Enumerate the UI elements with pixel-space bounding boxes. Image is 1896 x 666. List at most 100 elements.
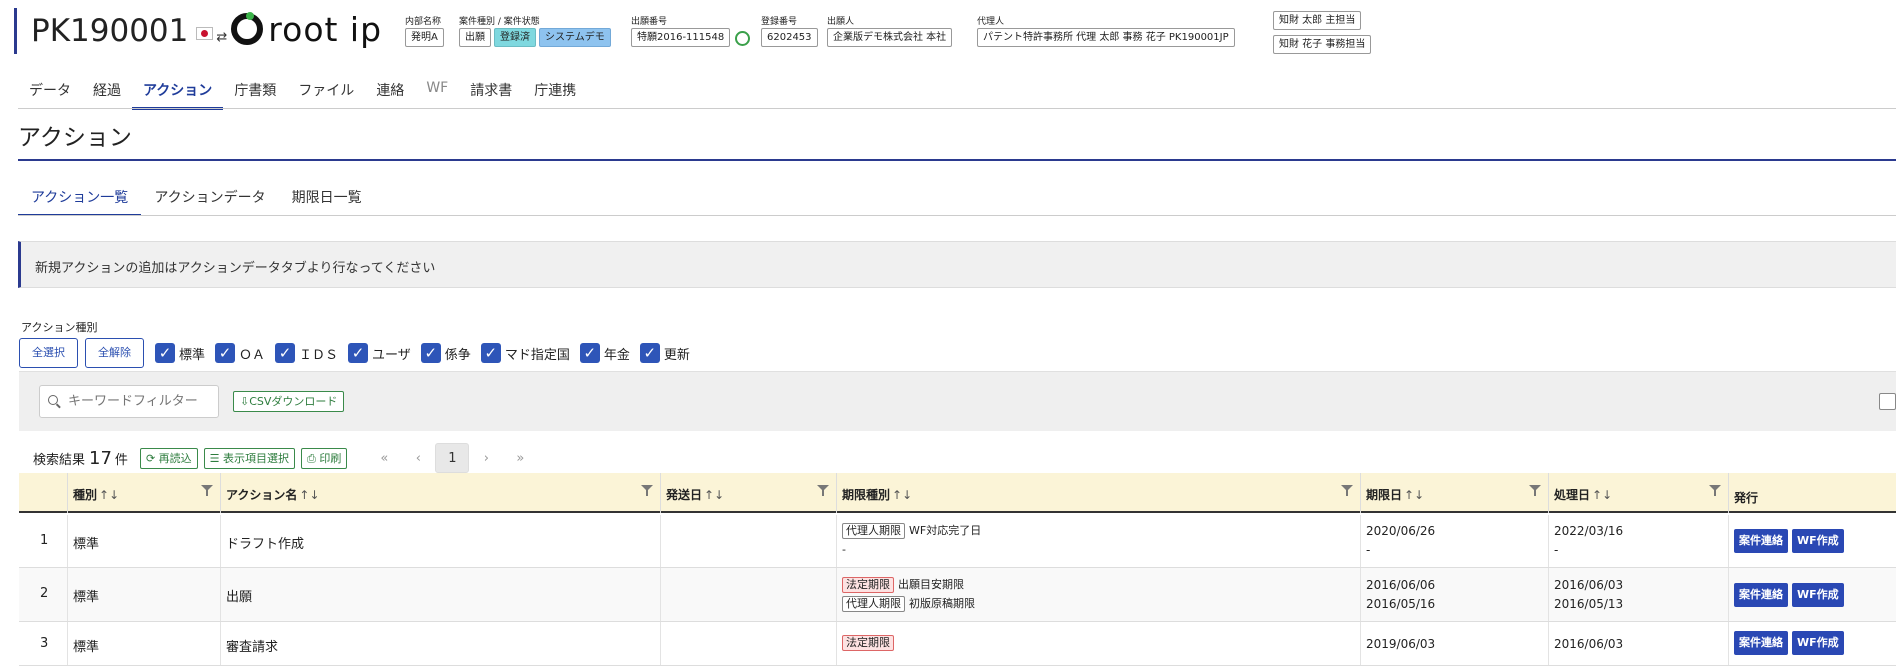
checkbox-renewal[interactable]: ✓ 更新 <box>639 343 690 363</box>
reload-icon: ⟳ <box>145 451 156 465</box>
sort-icon[interactable]: ↑↓ <box>1404 488 1424 502</box>
check-icon: ✓ <box>155 343 175 363</box>
checkbox-user[interactable]: ✓ ユーザ <box>348 343 411 363</box>
col-issue: 発行 <box>1734 491 1759 505</box>
check-icon: ✓ <box>639 343 660 363</box>
field-internal-name: 内部名称 発明A <box>405 14 444 47</box>
deadline-type-tag: 代理人期限 <box>842 523 905 539</box>
first-page-button[interactable]: « <box>367 451 401 466</box>
japan-flag-icon <box>196 27 214 40</box>
tab-files[interactable]: ファイル <box>287 74 365 110</box>
col-deadline-type[interactable]: 期限種別 ↑↓ <box>837 473 1361 513</box>
check-icon: ✓ <box>420 343 441 363</box>
tab-action[interactable]: アクション <box>132 74 224 110</box>
logo-mark-icon <box>231 12 264 45</box>
page-1-button[interactable]: 1 <box>435 443 470 473</box>
sub-tabs-divider <box>18 215 1896 216</box>
sort-icon[interactable]: ↑↓ <box>99 488 119 502</box>
case-contact-button[interactable]: 案件連絡 <box>1734 529 1788 553</box>
status-leaf-icon[interactable] <box>735 31 751 46</box>
filter-icon[interactable] <box>1709 485 1721 498</box>
filter-icon[interactable] <box>1529 485 1541 498</box>
col-action-name[interactable]: アクション名 ↑↓ <box>221 473 661 513</box>
tab-office-link[interactable]: 庁連携 <box>523 74 587 110</box>
main-tabs: データ 経過 アクション 庁書類 ファイル 連絡 WF 請求書 庁連携 <box>18 74 587 110</box>
check-icon: ✓ <box>348 343 369 363</box>
deadline-type-tag: 法定期限 <box>842 635 894 651</box>
prev-page-button[interactable]: ‹ <box>401 451 435 466</box>
col-type[interactable]: 種別 ↑↓ <box>68 473 221 513</box>
check-icon: ✓ <box>579 343 600 363</box>
case-contact-button[interactable]: 案件連絡 <box>1734 583 1788 607</box>
tab-office-docs[interactable]: 庁書類 <box>223 74 287 110</box>
filter-toolbar: ⇩CSVダウンロード <box>19 371 1896 431</box>
filter-icon[interactable] <box>641 485 653 498</box>
check-icon: ✓ <box>215 343 236 363</box>
field-registration-no: 登録番号 6202453 <box>761 14 818 47</box>
field-agent: 代理人 パテント特許事務所 代理 太郎 事務 花子 PK190001JP <box>977 14 1235 47</box>
next-page-button[interactable]: › <box>469 451 503 466</box>
sort-icon[interactable]: ↑↓ <box>1592 488 1612 502</box>
case-type-value: 出願 <box>459 28 491 47</box>
field-case-type: 案件種別 / 案件状態 出願 登録済 システムデモ <box>459 14 611 47</box>
staff-clerk: 知財 花子 事務担当 <box>1273 35 1372 54</box>
filter-icon[interactable] <box>201 485 213 498</box>
checkbox-ids[interactable]: ✓ ＩＤＳ <box>275 343 338 363</box>
checkbox-dispute[interactable]: ✓ 係争 <box>420 343 471 363</box>
table-row[interactable]: 2 標準 出願 法定期限 出願目安期限 代理人期限 初版原稿期限 2016/06/0… <box>19 568 1896 622</box>
last-page-button[interactable]: » <box>503 451 537 466</box>
table-row[interactable]: 1 標準 ドラフト作成 代理人期限 WF対応完了日 - 2020/06/26- 2… <box>19 515 1896 568</box>
wf-create-button[interactable]: WF作成 <box>1792 583 1844 607</box>
filter-icon[interactable] <box>817 485 829 498</box>
list-icon: ☰ <box>209 451 220 465</box>
table-row[interactable]: 3 標準 審査請求 法定期限 2019/06/03 2016/06/03 案件連… <box>19 622 1896 666</box>
title-divider <box>18 159 1896 161</box>
switch-icon[interactable]: ⇄ <box>216 30 227 45</box>
checkbox-annuity[interactable]: ✓ 年金 <box>579 343 630 363</box>
results-unit: 件 <box>114 452 128 468</box>
print-button[interactable]: ⎙ 印刷 <box>301 447 348 469</box>
pagination: « ‹ 1 › » <box>367 443 537 473</box>
tab-action-data[interactable]: アクションデータ <box>141 183 278 216</box>
sort-icon[interactable]: ↑↓ <box>704 488 724 502</box>
wf-create-button[interactable]: WF作成 <box>1792 529 1844 553</box>
tabs-divider <box>18 108 1896 109</box>
results-count: 17 <box>89 447 112 469</box>
tab-deadline-list[interactable]: 期限日一覧 <box>279 183 375 216</box>
sort-icon[interactable]: ↑↓ <box>299 488 319 502</box>
col-no <box>19 473 68 513</box>
case-contact-button[interactable]: 案件連絡 <box>1734 631 1788 655</box>
action-type-label: アクション種別 <box>21 321 98 334</box>
keyword-filter-input[interactable] <box>39 385 219 418</box>
csv-download-button[interactable]: ⇩CSVダウンロード <box>233 391 345 412</box>
results-label: 検索結果 <box>33 452 86 468</box>
tab-contact[interactable]: 連絡 <box>365 74 415 110</box>
deselect-all-button[interactable]: 全解除 <box>85 338 144 368</box>
case-number: PK190001 <box>31 13 189 49</box>
wf-create-button[interactable]: WF作成 <box>1792 631 1844 655</box>
case-status-badge: 登録済 <box>494 28 536 47</box>
agent-value: パテント特許事務所 代理 太郎 事務 花子 PK190001JP <box>977 28 1235 47</box>
col-deadline-date[interactable]: 期限日 ↑↓ <box>1361 473 1549 513</box>
checkbox-madrid[interactable]: ✓ マド指定国 <box>480 343 570 363</box>
tab-wf[interactable]: WF <box>415 74 459 110</box>
reload-button[interactable]: ⟳ 再読込 <box>139 447 198 469</box>
page-title: アクション <box>18 125 132 151</box>
check-icon: ✓ <box>480 343 501 363</box>
col-sent-date[interactable]: 発送日 ↑↓ <box>661 473 837 513</box>
col-processed-date[interactable]: 処理日 ↑↓ <box>1549 473 1729 513</box>
checkbox-oa[interactable]: ✓ ＯＡ <box>215 343 265 363</box>
column-select-button[interactable]: ☰ 表示項目選択 <box>203 447 296 469</box>
checkbox-standard[interactable]: ✓ 標準 <box>155 343 205 363</box>
select-all-button[interactable]: 全選択 <box>19 338 78 368</box>
tab-data[interactable]: データ <box>18 74 82 110</box>
check-icon: ✓ <box>275 343 296 363</box>
tab-invoice[interactable]: 請求書 <box>459 74 523 110</box>
toolbar-checkbox[interactable] <box>1879 393 1896 410</box>
filter-icon[interactable] <box>1341 485 1353 498</box>
staff-main: 知財 太郎 主担当 <box>1273 11 1362 30</box>
sort-icon[interactable]: ↑↓ <box>892 488 912 502</box>
tab-action-list[interactable]: アクション一覧 <box>18 183 142 216</box>
internal-name-value: 発明A <box>405 28 444 47</box>
tab-history[interactable]: 経過 <box>82 74 132 110</box>
